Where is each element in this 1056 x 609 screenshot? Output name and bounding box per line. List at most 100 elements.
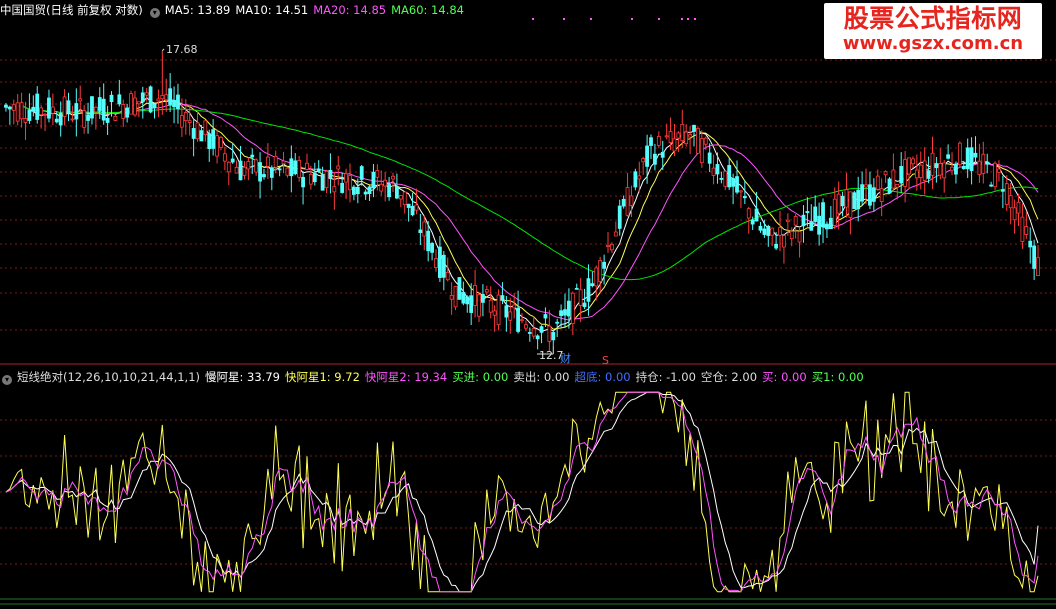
candle-body [234, 166, 239, 174]
watermark-title: 股票公式指标网 [843, 4, 1023, 33]
candle-body [660, 151, 665, 158]
formula-name[interactable]: 短线绝对(12,26,10,10,21,44,1,1) [17, 370, 200, 384]
candle-body [586, 278, 591, 302]
indicator-settings-icon[interactable]: ▾ [2, 375, 12, 385]
ma-settings-icon[interactable]: ▾ [149, 8, 160, 18]
candle-body [598, 260, 603, 282]
candle-body [359, 166, 364, 180]
candle-body [610, 244, 614, 251]
candle-body [336, 165, 341, 170]
candle-body [613, 231, 618, 237]
candle-body [711, 167, 716, 176]
candle-body [699, 138, 704, 164]
candle-body [23, 118, 28, 123]
candle-body [719, 177, 724, 180]
candle-body [821, 202, 825, 228]
candle-body [887, 178, 892, 194]
empty-position-value: 空仓: 2.00 [700, 370, 758, 384]
candle-body [422, 221, 427, 237]
candle-body [649, 137, 653, 146]
candle-body [406, 203, 411, 208]
candle-body [676, 132, 681, 139]
candle-body [793, 216, 798, 226]
candle-body [590, 283, 595, 287]
candle-body [301, 176, 305, 188]
candle-body [438, 246, 442, 278]
chart-canvas[interactable]: 17.68 12.7 财 S [0, 0, 1056, 609]
candle-body [997, 168, 1001, 173]
candle-body [398, 195, 403, 200]
candle-body [922, 160, 927, 181]
candle-body [1000, 189, 1005, 192]
candle-body [144, 92, 149, 96]
candle-body [875, 175, 880, 190]
candle-body [230, 158, 235, 163]
candle-body [871, 187, 876, 202]
sell-out-value: 卖出: 0.00 [513, 370, 570, 384]
candle-body [758, 225, 763, 231]
price-annotations: 17.68 12.7 财 S [161, 43, 609, 367]
buy-value: 买: 0.00 [762, 370, 807, 384]
sell-signal-mark[interactable]: S [602, 354, 609, 367]
candle-body [289, 158, 294, 177]
high-leader-line [161, 48, 165, 52]
candle-body [750, 219, 755, 225]
candle-body [246, 161, 251, 170]
candle-body [414, 204, 419, 211]
candle-body [168, 88, 173, 105]
candle-body [160, 95, 165, 100]
candle-body [574, 287, 579, 290]
candle-body [860, 184, 865, 202]
candle-body [1032, 245, 1037, 269]
indicator-header: ▾ 短线绝对(12,26,10,10,21,44,1,1) 慢阿星: 33.79 快阿… [0, 368, 869, 386]
candle-body [715, 164, 720, 175]
candle-body [273, 156, 278, 168]
candle-body [895, 183, 900, 188]
candle-body [453, 286, 458, 308]
candle-body [344, 173, 348, 183]
stock-title[interactable]: 中国国贸(日线 前复权 对数) [0, 3, 143, 17]
candle-body [308, 174, 313, 185]
candle-body [222, 153, 227, 162]
candle-body [977, 160, 982, 175]
candle-body [305, 162, 309, 170]
candle-body [852, 192, 857, 209]
candle-body [926, 170, 931, 179]
candle-body [226, 161, 231, 173]
candle-body [535, 335, 540, 340]
candle-body [254, 159, 259, 173]
candle-body [504, 305, 509, 318]
candle-body [766, 225, 771, 236]
financial-report-mark[interactable]: 财 [560, 351, 571, 365]
candle-body [449, 295, 454, 300]
candle-body [82, 110, 87, 128]
candlestick-series [4, 50, 1040, 351]
candle-body [183, 112, 188, 122]
candle-body [1020, 216, 1025, 242]
candle-body [582, 302, 587, 308]
site-watermark: 股票公式指标网 www.gszx.com.cn [824, 3, 1042, 59]
candle-body [938, 163, 943, 176]
candle-body [1008, 195, 1013, 209]
candle-body [731, 178, 736, 187]
candle-body [31, 106, 36, 112]
candle-body [957, 142, 962, 165]
fast-star2-value: 快阿星2: 19.34 [364, 370, 448, 384]
candle-body [473, 284, 477, 306]
candle-body [633, 171, 638, 188]
candle-body [617, 205, 622, 229]
candle-body [176, 94, 180, 110]
candle-body [199, 130, 204, 142]
candle-body [39, 107, 44, 116]
candle-body [78, 98, 83, 102]
candle-body [606, 245, 610, 248]
candle-body [250, 154, 255, 158]
candle-body [785, 219, 790, 223]
candle-body [74, 103, 79, 120]
candle-body [219, 136, 223, 148]
candle-body [66, 100, 71, 114]
candle-body [774, 243, 779, 249]
candle-body [911, 158, 915, 165]
candle-body [496, 294, 501, 326]
candle-body [539, 326, 544, 333]
